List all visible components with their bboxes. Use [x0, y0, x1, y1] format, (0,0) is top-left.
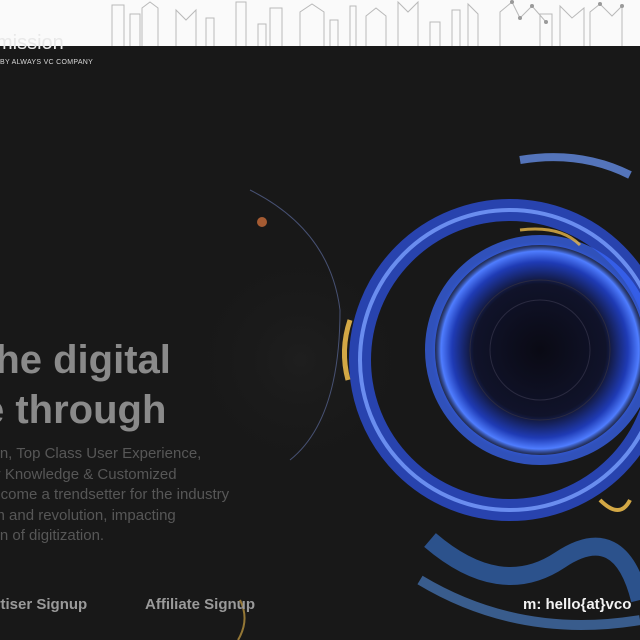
contact-email[interactable]: m: hello{at}vco	[523, 596, 631, 613]
affiliate-signup-link[interactable]: Affiliate Signup	[145, 596, 255, 613]
top-banner-illustration	[0, 0, 640, 46]
description-line: om and revolution, impacting	[0, 506, 176, 524]
description-line: tion of digitization.	[0, 527, 105, 544]
advertiser-signup-link[interactable]: vertiser Signup	[0, 596, 87, 613]
description-line: tion, Top Class User Experience,	[0, 445, 202, 462]
logo[interactable]: mission BY ALWAYS VC COMPANY	[0, 32, 120, 76]
hero-description: tion, Top Class User Experience, try Kno…	[0, 444, 274, 547]
headline-line-2: e through	[0, 388, 167, 432]
description-line: try Knowledge & Customized	[0, 465, 177, 483]
hero-headline: the digital e through	[0, 335, 171, 435]
headline-line-1: the digital	[0, 338, 171, 382]
city-line-art	[111, 0, 624, 46]
logo-tagline: BY ALWAYS VC COMPANY	[0, 59, 94, 66]
description-line: become a trendsetter for the industry	[0, 486, 230, 503]
logo-wordmark: mission	[0, 32, 64, 54]
